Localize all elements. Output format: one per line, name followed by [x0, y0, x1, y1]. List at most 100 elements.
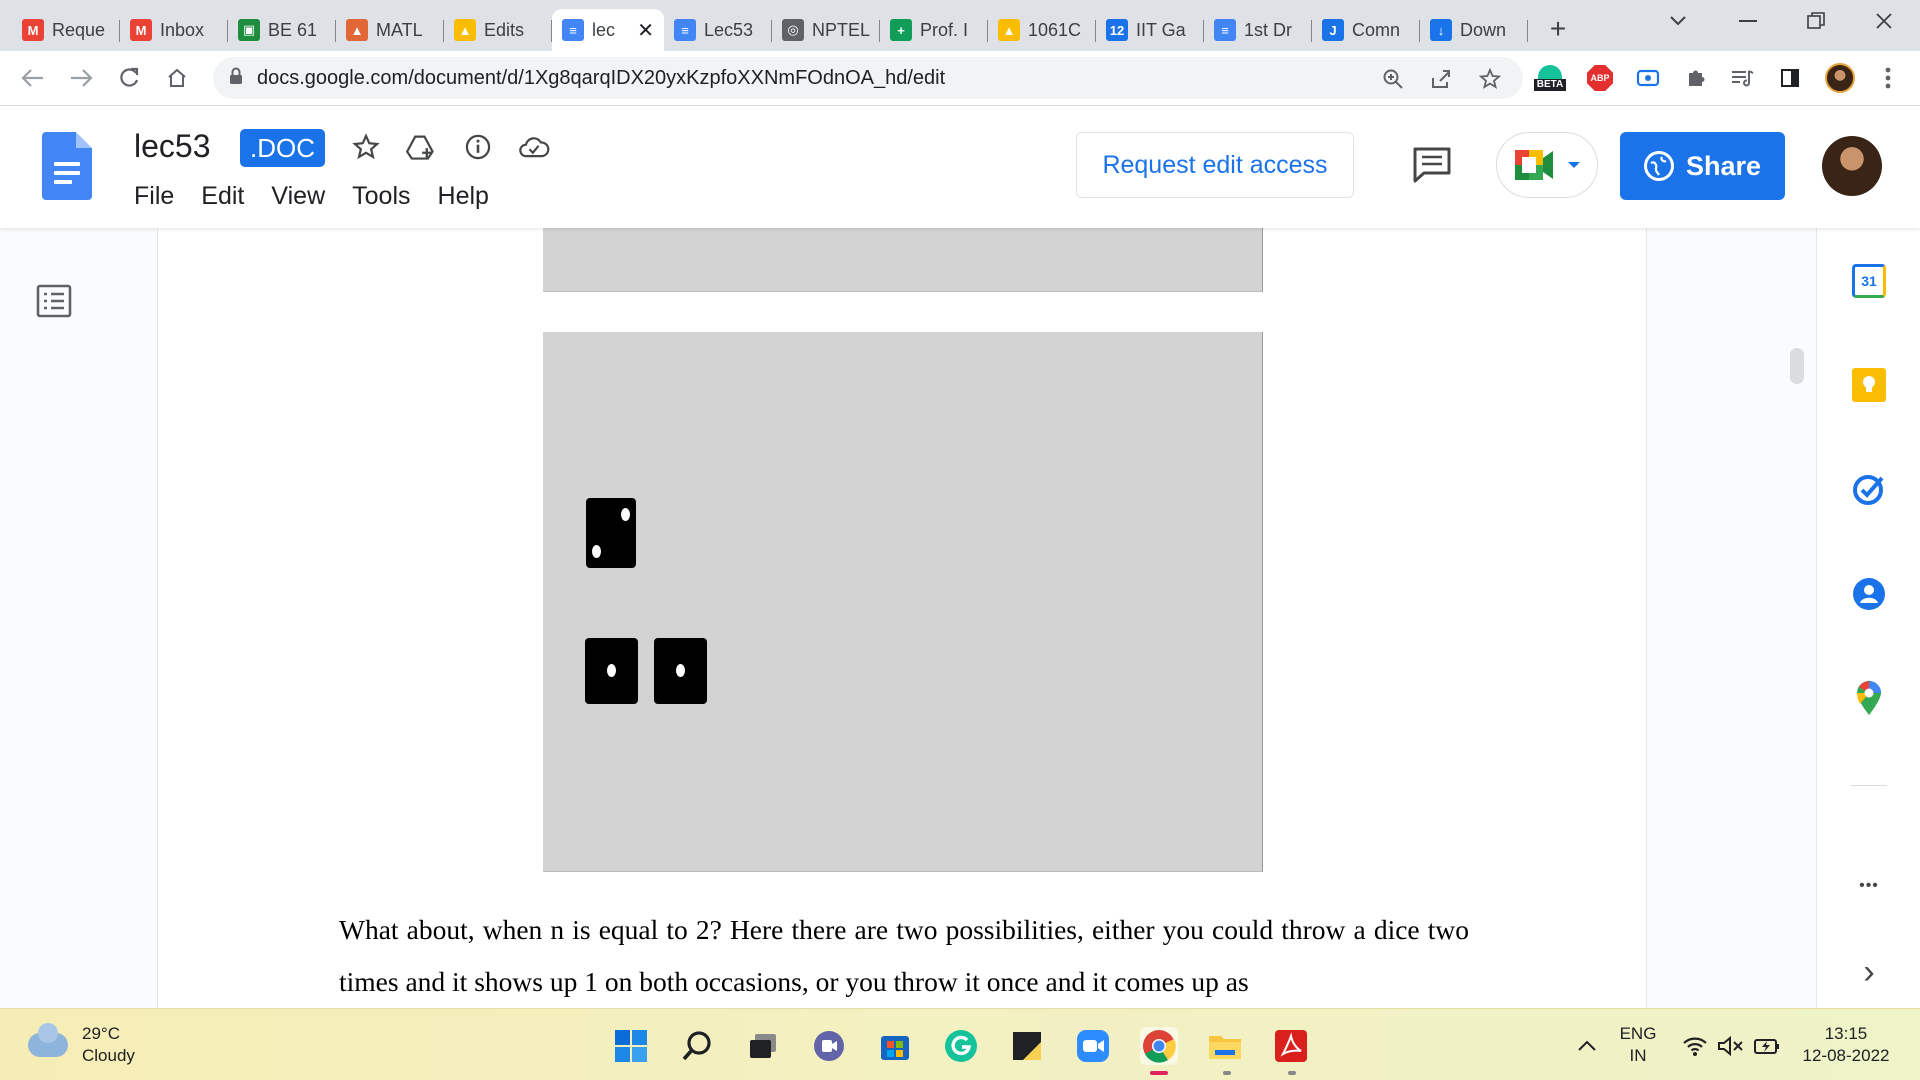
search-icon[interactable] — [678, 1027, 716, 1065]
sheets-icon: + — [890, 19, 912, 41]
tab-label: Edits — [484, 19, 525, 40]
close-tab-icon[interactable]: ✕ — [637, 18, 654, 43]
cloud-icon — [28, 1023, 68, 1057]
cloud-saved-icon[interactable] — [517, 130, 551, 164]
zoom-icon[interactable] — [1380, 66, 1406, 92]
docs-icon: ≡ — [1214, 19, 1236, 41]
weather-condition: Cloudy — [82, 1046, 135, 1065]
info-icon[interactable] — [461, 130, 495, 164]
browser-tab[interactable]: ≡ 1st Dr — [1204, 9, 1312, 51]
input-language-indicator[interactable]: ENG IN — [1616, 1023, 1660, 1067]
zoom-app-icon[interactable] — [1074, 1027, 1112, 1065]
tab-label: BE 61 — [268, 19, 318, 40]
browser-tab[interactable]: ▲ Edits — [444, 9, 552, 51]
browser-tab[interactable]: J Comn — [1312, 9, 1420, 51]
menu-edit[interactable]: Edit — [201, 182, 244, 211]
google-docs-logo[interactable] — [42, 132, 92, 200]
google-maps-icon[interactable] — [1851, 680, 1887, 716]
new-tab-button[interactable]: + — [1538, 9, 1578, 49]
request-edit-access-button[interactable]: Request edit access — [1076, 132, 1354, 198]
browser-tab[interactable]: ≡ Lec53 — [664, 9, 772, 51]
adblock-plus-icon[interactable]: ABP — [1586, 65, 1614, 91]
google-keep-icon[interactable] — [1851, 367, 1887, 403]
extensions-puzzle-icon[interactable] — [1682, 65, 1710, 91]
docs-icon: ≡ — [562, 19, 584, 41]
google-calendar-icon[interactable]: 31 — [1851, 263, 1887, 299]
side-panel-divider — [1851, 785, 1887, 786]
show-hidden-icons-chevron[interactable] — [1568, 1027, 1606, 1065]
classroom-icon: ▣ — [238, 19, 260, 41]
comments-icon[interactable] — [1412, 146, 1452, 183]
browser-tab[interactable]: ↓ Down — [1420, 9, 1528, 51]
browser-tab[interactable]: ◎ NPTEL — [772, 9, 880, 51]
document-title[interactable]: lec53 — [134, 128, 211, 165]
windows-start-icon[interactable] — [612, 1027, 650, 1065]
sticky-notes-icon[interactable] — [1008, 1027, 1046, 1065]
weather-widget[interactable]: 29°C Cloudy — [28, 1023, 135, 1067]
share-page-icon[interactable] — [1428, 66, 1454, 92]
tab-search-chevron-icon[interactable] — [1650, 0, 1706, 42]
google-contacts-icon[interactable] — [1851, 576, 1887, 612]
browser-tab[interactable]: ▲ MATL — [336, 9, 444, 51]
reload-icon[interactable] — [112, 61, 146, 95]
teams-chat-icon[interactable] — [810, 1027, 848, 1065]
grammarly-icon[interactable] — [942, 1027, 980, 1065]
reading-list-icon[interactable] — [1728, 65, 1756, 91]
back-arrow-icon[interactable] — [16, 61, 50, 95]
menu-tools[interactable]: Tools — [352, 182, 410, 211]
google-meet-button[interactable] — [1496, 132, 1598, 198]
document-scrollbar[interactable] — [1790, 348, 1804, 384]
menu-help[interactable]: Help — [438, 182, 489, 211]
wifi-icon[interactable] — [1676, 1027, 1714, 1065]
account-avatar[interactable] — [1822, 136, 1882, 196]
abp-label: ABP — [1587, 65, 1613, 91]
forward-arrow-icon[interactable] — [64, 61, 98, 95]
star-icon[interactable] — [349, 130, 383, 164]
explorer-running-indicator — [1223, 1071, 1231, 1075]
profile-avatar-small[interactable] — [1824, 63, 1856, 93]
restore-icon[interactable] — [1788, 0, 1844, 42]
google-tasks-icon[interactable] — [1851, 471, 1887, 507]
previous-figure-image — [543, 228, 1263, 292]
meet-dropdown-caret-icon — [1568, 162, 1580, 168]
lock-icon — [229, 67, 243, 90]
matlab-icon: ▲ — [346, 19, 368, 41]
acrobat-running-indicator — [1288, 1071, 1296, 1075]
menu-file[interactable]: File — [134, 182, 174, 211]
browser-tab[interactable]: 12 IIT Ga — [1096, 9, 1204, 51]
die-face-two — [586, 498, 636, 568]
browser-tab[interactable]: ▲ 1061C — [988, 9, 1096, 51]
grammarly-beta-extension-icon[interactable]: BETA — [1530, 65, 1570, 91]
bookmark-star-icon[interactable] — [1477, 66, 1503, 92]
chrome-icon[interactable] — [1140, 1027, 1178, 1065]
expand-side-panel-icon[interactable]: › — [1851, 953, 1887, 991]
browser-tab[interactable]: M Inbox — [120, 9, 228, 51]
file-explorer-icon[interactable] — [1206, 1027, 1244, 1065]
address-bar[interactable]: docs.google.com/document/d/1Xg8qarqIDX20… — [213, 57, 1523, 99]
browser-tab[interactable]: M Reque — [12, 9, 120, 51]
minimize-icon[interactable] — [1720, 0, 1776, 42]
task-view-icon[interactable] — [744, 1027, 782, 1065]
close-window-icon[interactable] — [1856, 0, 1912, 42]
document-paragraph[interactable]: What about, when n is equal to 2? Here t… — [339, 904, 1469, 1008]
browser-tab[interactable]: ▣ BE 61 — [228, 9, 336, 51]
share-button[interactable]: Share — [1620, 132, 1785, 200]
acrobat-reader-icon[interactable] — [1272, 1027, 1310, 1065]
tab-label: Comn — [1352, 19, 1401, 40]
microsoft-store-icon[interactable] — [876, 1027, 914, 1065]
browser-tab[interactable]: + Prof. I — [880, 9, 988, 51]
menu-view[interactable]: View — [271, 182, 325, 211]
browser-menu-kebab-icon[interactable] — [1876, 65, 1900, 91]
battery-charging-icon[interactable] — [1748, 1027, 1786, 1065]
browser-tab[interactable]: ≡ lec ✕ — [552, 9, 664, 51]
more-apps-icon[interactable]: ••• — [1851, 868, 1887, 904]
clock[interactable]: 13:15 12-08-2022 — [1796, 1023, 1896, 1067]
tab-list: M Reque M Inbox ▣ BE 61 ▲ MATL ▲ Edits ≡ lec ✕ ≡ Lec53… — [12, 0, 1528, 51]
move-to-drive-icon[interactable] — [404, 130, 438, 164]
speaker-muted-icon[interactable] — [1712, 1027, 1750, 1065]
document-outline-icon[interactable] — [36, 284, 72, 318]
home-icon[interactable] — [160, 61, 194, 95]
tab-label: NPTEL — [812, 19, 870, 40]
side-panel-icon[interactable] — [1776, 65, 1804, 91]
screen-capture-extension-icon[interactable] — [1634, 65, 1662, 91]
